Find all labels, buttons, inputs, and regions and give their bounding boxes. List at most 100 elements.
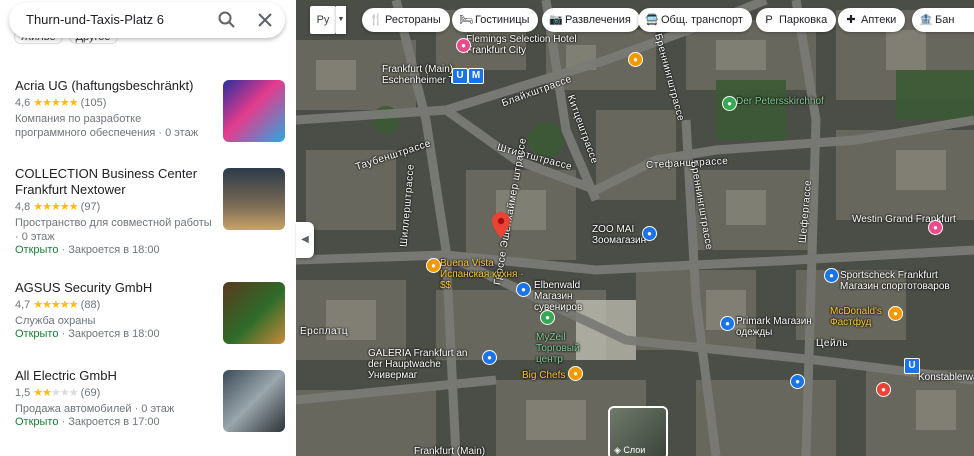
hours-label: · Закроется в 18:00 <box>58 328 160 340</box>
place-label[interactable]: Big Chefs <box>522 370 565 381</box>
restaurant-icon[interactable]: ● <box>628 52 643 67</box>
review-count: (88) <box>80 299 101 311</box>
search-box[interactable]: Thurn-und-Taxis-Platz 6 <box>9 2 285 38</box>
restaurant-icon[interactable]: ● <box>568 366 583 381</box>
open-label: Открыто <box>15 244 59 256</box>
star-full-icon: ★ <box>59 299 70 311</box>
category-chip-bed[interactable]: 🛏 Гостиницы <box>452 8 539 32</box>
close-icon[interactable] <box>253 8 277 32</box>
rating-row: 4,8 ★★★★★ (97) <box>15 200 100 213</box>
place-label[interactable]: Elbenwald Магазин сувениров <box>534 280 614 313</box>
star-full-icon: ★ <box>59 97 70 109</box>
star-empty-icon: ★ <box>68 387 79 399</box>
result-description: Пространство для совместной работы · 0 э… <box>15 217 212 243</box>
collapse-panel-button[interactable]: ◀ <box>296 222 314 258</box>
street-label: Ерсплатц <box>300 326 349 337</box>
shopping-center-icon[interactable]: ● <box>540 310 555 325</box>
bus-icon: 🚍 <box>645 14 659 26</box>
category-chip-bank[interactable]: 🏦 Бан <box>912 8 974 32</box>
category-chip-fork-knife[interactable]: 🍴 Рестораны <box>362 8 450 32</box>
u-bahn-icon[interactable]: U <box>904 358 920 374</box>
result-description: Компания по разработке программного обес… <box>15 113 199 139</box>
layers-button[interactable]: ◈ Слои <box>608 406 668 456</box>
result-item[interactable]: AGSUS Security GmbH 4,7 ★★★★★ (88) Служба ох… <box>0 280 296 368</box>
hours-label: · Закроется в 18:00 <box>58 244 160 256</box>
star-rating-icon: ★★★★★ <box>33 299 79 311</box>
star-full-icon: ★ <box>33 387 43 399</box>
shop-icon[interactable]: ● <box>720 316 735 331</box>
result-photo[interactable] <box>223 282 285 344</box>
map-view[interactable]: Блайхштрассе Бреннингштрассе Таубенштрас… <box>296 0 974 456</box>
place-label[interactable]: Frankfurt (Main) <box>414 446 485 456</box>
result-name[interactable]: Acria UG (haftungsbeschränkt) <box>15 78 215 94</box>
rating-row: 1,5 ★★★★★ (69) <box>15 386 100 399</box>
open-label: Открыто <box>15 328 59 340</box>
place-label[interactable]: Sportscheck Frankfurt Магазин спортотова… <box>840 270 966 292</box>
hours-label: · Закроется в 17:00 <box>58 416 160 428</box>
metro-icon[interactable]: M <box>468 68 484 84</box>
place-label[interactable]: MyZeil Торговый центр <box>536 332 606 365</box>
star-full-icon: ★ <box>51 201 61 213</box>
result-name[interactable]: AGSUS Security GmbH <box>15 280 215 296</box>
chip-label: Развлечения <box>565 14 631 26</box>
result-photo[interactable] <box>223 168 285 230</box>
result-item[interactable]: COLLECTION Business Center Frankfurt Nex… <box>0 166 296 256</box>
fork-knife-icon: 🍴 <box>369 14 383 26</box>
star-full-icon: ★ <box>68 201 79 213</box>
open-status: Открыто · Закроется в 17:00 <box>15 416 160 428</box>
bed-icon: 🛏 <box>459 14 473 26</box>
shop-icon[interactable]: ● <box>824 268 839 283</box>
review-count: (69) <box>80 387 101 399</box>
category-chip-camera[interactable]: 📷 Развлечения <box>542 8 640 32</box>
chip-label: Парковка <box>779 14 828 26</box>
result-description: Продажа автомобилей · 0 этаж <box>15 403 175 415</box>
star-full-icon: ★ <box>51 97 61 109</box>
map-type-toggle[interactable]: Ру <box>310 6 336 34</box>
star-half-icon: ★ <box>68 299 79 311</box>
place-label[interactable]: Primark Магазин одежды <box>736 316 816 338</box>
place-label[interactable]: Flemings Selection Hotel Frankfurt City <box>466 34 586 56</box>
result-photo[interactable] <box>223 370 285 432</box>
shop-icon[interactable]: ● <box>790 374 805 389</box>
hotel-icon[interactable]: ● <box>456 38 471 53</box>
place-label[interactable]: GALERIA Frankfurt an der Hauptwache Унив… <box>368 348 472 381</box>
place-label[interactable]: Konstablerwache <box>918 372 974 383</box>
star-full-icon: ★ <box>33 201 43 213</box>
shop-icon[interactable]: ● <box>642 226 657 241</box>
chevron-down-icon[interactable]: ▼ <box>336 6 346 34</box>
place-label[interactable]: Der Petersskirchhof <box>736 96 824 107</box>
star-half-icon: ★ <box>68 97 79 109</box>
parking-icon: P <box>765 14 773 26</box>
u-bahn-icon[interactable]: U <box>452 68 468 84</box>
category-chip-pharmacy[interactable]: ✚ Аптеки <box>838 8 906 32</box>
rating-value: 1,5 <box>15 387 31 399</box>
place-label[interactable]: Buena Vista Испанская кухня · $$ <box>440 258 526 291</box>
location-pin-icon[interactable] <box>492 212 510 238</box>
star-full-icon: ★ <box>59 201 70 213</box>
result-photo[interactable] <box>223 80 285 142</box>
open-status: Открыто · Закроется в 18:00 <box>15 244 160 256</box>
restaurant-icon[interactable]: ● <box>426 258 441 273</box>
restaurant-icon[interactable]: ● <box>876 382 891 397</box>
category-chip-bus[interactable]: 🚍 Общ. транспорт <box>638 8 752 32</box>
search-input[interactable]: Thurn-und-Taxis-Platz 6 <box>26 12 164 27</box>
pharmacy-icon: ✚ <box>846 14 856 26</box>
result-item[interactable]: All Electric GmbH 1,5 ★★★★★ (69) Продажа авт… <box>0 368 296 456</box>
category-chip-parking[interactable]: P Парковка <box>756 8 837 32</box>
chip-label: Гостиницы <box>475 14 530 26</box>
result-name[interactable]: COLLECTION Business Center Frankfurt Nex… <box>15 166 215 198</box>
result-item[interactable]: Acria UG (haftungsbeschränkt) 4,6 ★★★★★ (10… <box>0 78 296 166</box>
hotel-icon[interactable]: ● <box>928 220 943 235</box>
star-full-icon: ★ <box>42 97 52 109</box>
shop-icon[interactable]: ● <box>482 350 497 365</box>
shop-icon[interactable]: ● <box>516 282 531 297</box>
chip-label: Общ. транспорт <box>661 14 743 26</box>
rating-row: 4,7 ★★★★★ (88) <box>15 298 100 311</box>
layers-icon: ◈ <box>614 445 624 455</box>
search-icon[interactable] <box>215 8 239 32</box>
star-empty-icon: ★ <box>59 387 70 399</box>
park-icon[interactable]: ● <box>722 96 737 111</box>
restaurant-icon[interactable]: ● <box>888 306 903 321</box>
result-name[interactable]: All Electric GmbH <box>15 368 215 384</box>
star-rating-icon: ★★★★★ <box>33 201 79 213</box>
